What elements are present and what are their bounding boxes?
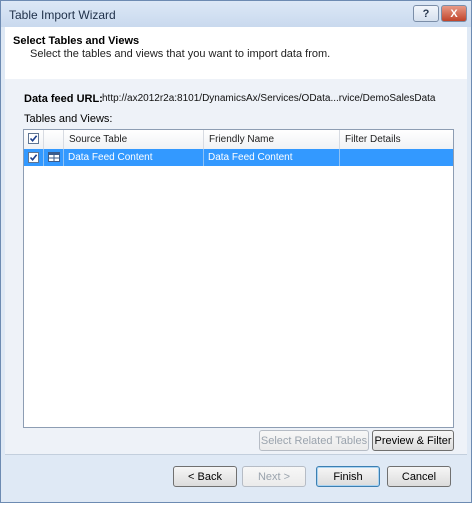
wizard-content: Data feed URL: http://ax2012r2a:8101/Dyn… — [5, 79, 467, 454]
friendly-name-cell[interactable]: Data Feed Content — [204, 149, 340, 166]
tables-grid: Source Table Friendly Name Filter Detail… — [23, 129, 454, 428]
select-related-tables-button[interactable]: Select Related Tables — [259, 430, 369, 451]
window-title: Table Import Wizard — [9, 8, 116, 22]
close-icon: X — [450, 7, 458, 20]
source-table-cell: Data Feed Content — [64, 149, 204, 166]
icon-column-header — [44, 130, 64, 149]
back-button[interactable]: < Back — [173, 466, 237, 487]
data-feed-url-label: Data feed URL: — [24, 93, 103, 105]
filter-details-cell[interactable] — [340, 149, 453, 166]
help-icon: ? — [422, 7, 430, 20]
preview-filter-button[interactable]: Preview & Filter — [372, 430, 454, 451]
tables-and-views-label: Tables and Views: — [24, 113, 113, 125]
table-row[interactable]: Data Feed Content Data Feed Content — [24, 149, 453, 166]
help-button[interactable]: ? — [413, 5, 439, 22]
next-button[interactable]: Next > — [242, 466, 306, 487]
checkmark-icon — [29, 135, 38, 143]
select-all-cell — [24, 130, 44, 149]
data-feed-url-value: http://ax2012r2a:8101/DynamicsAx/Service… — [102, 93, 436, 104]
wizard-header: Select Tables and Views Select the table… — [5, 27, 467, 80]
checkmark-icon — [29, 154, 38, 162]
grid-header: Source Table Friendly Name Filter Detail… — [24, 130, 453, 150]
close-button[interactable]: X — [441, 5, 467, 22]
title-bar: Table Import Wizard ? X — [1, 1, 471, 27]
wizard-footer: < Back Next > Finish Cancel — [5, 454, 467, 500]
row-check-cell — [24, 149, 44, 166]
table-import-wizard-window: Table Import Wizard ? X Select Tables an… — [0, 0, 472, 503]
table-icon — [48, 152, 60, 162]
finish-button[interactable]: Finish — [316, 466, 380, 487]
column-header-filter-details[interactable]: Filter Details — [340, 130, 453, 149]
page-subtitle: Select the tables and views that you wan… — [30, 48, 331, 60]
column-header-source-table[interactable]: Source Table — [64, 130, 204, 149]
page-title: Select Tables and Views — [13, 35, 140, 47]
column-header-friendly-name[interactable]: Friendly Name — [204, 130, 340, 149]
select-all-checkbox[interactable] — [28, 133, 39, 144]
row-icon-cell — [44, 149, 64, 166]
row-checkbox[interactable] — [28, 152, 39, 163]
cancel-button[interactable]: Cancel — [387, 466, 451, 487]
